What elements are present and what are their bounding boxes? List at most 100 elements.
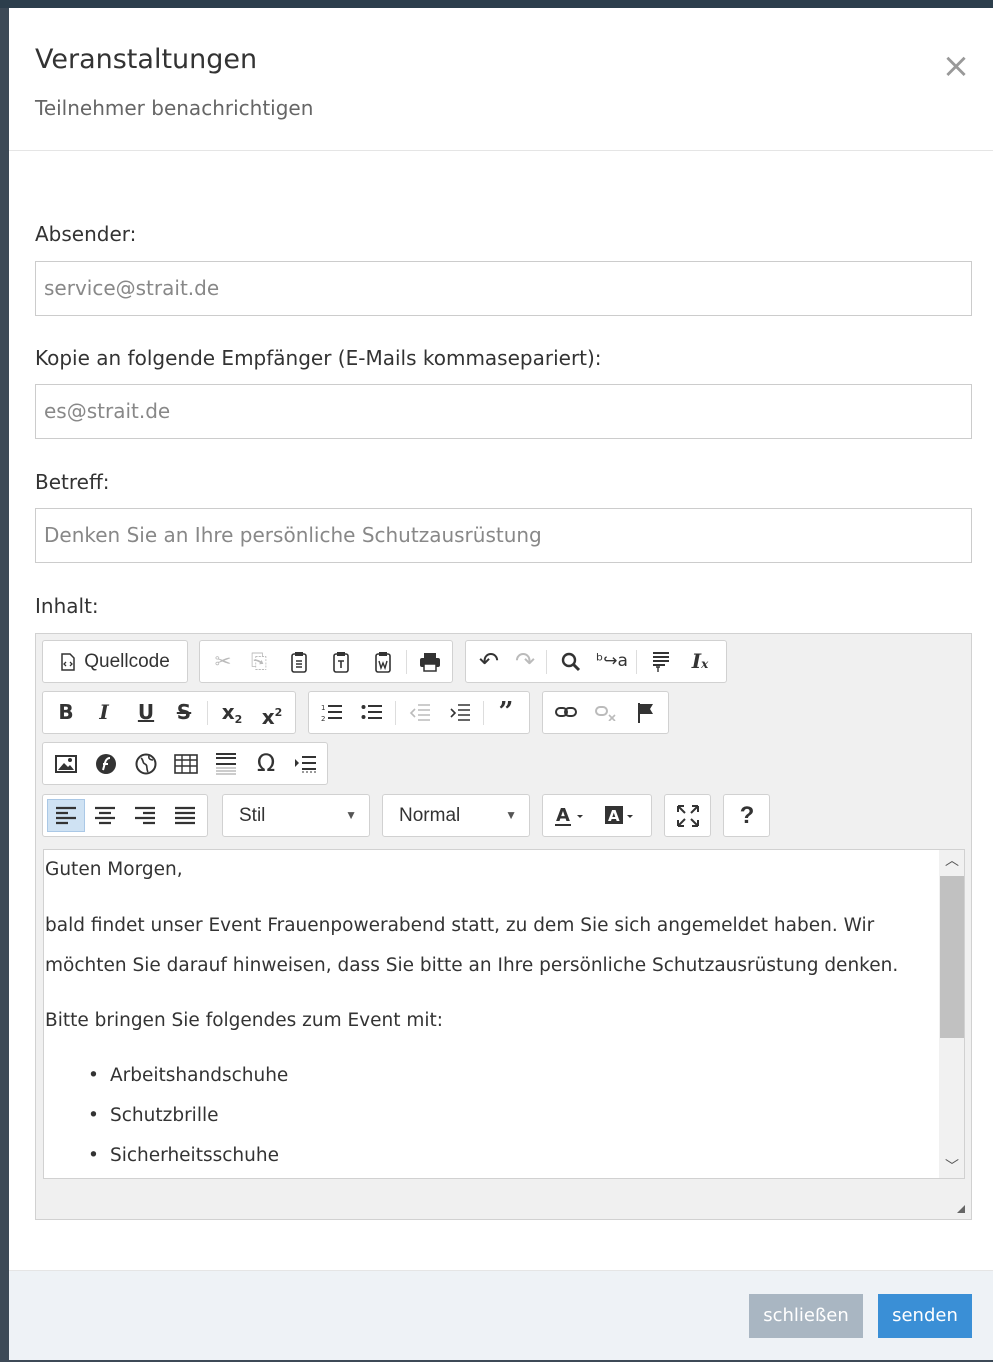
list-item: Schutzbrille xyxy=(88,1096,288,1136)
toolbar-separator xyxy=(483,701,484,725)
svg-text:A: A xyxy=(556,805,570,826)
indent-icon[interactable] xyxy=(443,696,477,729)
notify-modal: Veranstaltungen Teilnehmer benachrichtig… xyxy=(9,8,993,1360)
image-icon[interactable] xyxy=(49,747,83,780)
list-item: Sicherheitsschuhe xyxy=(88,1136,288,1176)
editor-content-area[interactable]: Guten Morgen, bald findet unser Event Fr… xyxy=(43,849,965,1179)
svg-text:1: 1 xyxy=(321,704,325,712)
page-break-icon[interactable] xyxy=(287,747,323,780)
rich-text-editor: Quellcode ✂ ⎘ ↶ ↷ ᵇ↪a Ix B I U S x2 x2 1… xyxy=(35,633,972,1220)
print-icon[interactable] xyxy=(412,645,448,678)
scrollbar-thumb[interactable] xyxy=(940,876,964,1038)
horizontal-rule-icon[interactable] xyxy=(209,747,243,780)
sender-label: Absender: xyxy=(35,222,137,246)
toolbar-separator xyxy=(636,650,637,674)
background-topbar xyxy=(0,0,993,8)
replace-icon[interactable]: ᵇ↪a xyxy=(594,645,630,678)
text-color-icon[interactable]: A xyxy=(549,799,595,832)
select-all-icon[interactable] xyxy=(644,645,678,678)
bold-icon[interactable]: B xyxy=(49,696,83,729)
toolbar-separator xyxy=(546,650,547,674)
cc-label: Kopie an folgende Empfänger (E-Mails kom… xyxy=(35,346,602,370)
bulleted-list-icon[interactable] xyxy=(355,696,389,729)
list-item: Arbeitshandschuhe xyxy=(88,1056,288,1096)
toolbar-group-links xyxy=(542,691,669,734)
align-left-icon[interactable] xyxy=(47,799,85,832)
subject-field[interactable]: Denken Sie an Ihre persönliche Schutzaus… xyxy=(35,508,972,563)
toolbar-separator xyxy=(207,701,208,725)
sender-field[interactable]: service@strait.de xyxy=(35,261,972,316)
modal-title: Veranstaltungen xyxy=(35,44,258,75)
iframe-globe-icon[interactable] xyxy=(129,747,163,780)
modal-footer: schließen senden xyxy=(9,1270,993,1360)
blockquote-icon[interactable]: ” xyxy=(489,696,523,729)
content-paragraph: Bitte bringen Sie folgendes zum Event mi… xyxy=(45,1010,444,1031)
source-label: Quellcode xyxy=(84,651,170,672)
toolbar-group-about: ? xyxy=(723,794,770,837)
maximize-icon[interactable] xyxy=(670,799,706,832)
copy-icon[interactable]: ⎘ xyxy=(242,645,276,678)
superscript-icon[interactable]: x2 xyxy=(255,696,289,729)
flash-icon[interactable] xyxy=(89,747,123,780)
content-bullet-list: Arbeitshandschuhe Schutzbrille Sicherhei… xyxy=(88,1056,288,1176)
italic-icon[interactable]: I xyxy=(87,696,121,729)
outdent-icon[interactable] xyxy=(403,696,437,729)
paste-word-icon[interactable] xyxy=(366,645,400,678)
send-button[interactable]: senden xyxy=(878,1294,972,1338)
close-icon[interactable]: × xyxy=(941,49,971,83)
style-dropdown[interactable]: Stil ▼ xyxy=(222,794,370,837)
align-right-icon[interactable] xyxy=(127,799,163,832)
toolbar-group-edit: ↶ ↷ ᵇ↪a Ix xyxy=(465,640,727,683)
content-scrollbar[interactable]: ︿ ﹀ xyxy=(939,850,964,1178)
svg-text:A: A xyxy=(608,807,620,825)
style-dropdown-label: Stil xyxy=(239,805,266,826)
resize-handle-icon[interactable] xyxy=(957,1205,965,1213)
justify-icon[interactable] xyxy=(167,799,203,832)
chevron-down-icon: ▼ xyxy=(505,808,517,822)
subject-label: Betreff: xyxy=(35,470,110,494)
toolbar-group-paragraph: 12 ” xyxy=(308,691,530,734)
redo-icon[interactable]: ↷ xyxy=(508,645,542,678)
find-icon[interactable] xyxy=(554,645,588,678)
toolbar-group-source: Quellcode xyxy=(42,640,188,683)
anchor-flag-icon[interactable] xyxy=(629,696,663,729)
content-greeting: Guten Morgen, xyxy=(45,859,183,880)
toolbar-group-clipboard: ✂ ⎘ xyxy=(199,640,453,683)
format-dropdown[interactable]: Normal ▼ xyxy=(382,794,530,837)
toolbar-group-colors: A A xyxy=(542,794,652,837)
source-icon xyxy=(60,653,76,671)
background-color-icon[interactable]: A xyxy=(599,799,645,832)
underline-icon[interactable]: U xyxy=(129,696,163,729)
format-dropdown-label: Normal xyxy=(399,805,461,826)
help-button[interactable]: ? xyxy=(729,799,765,832)
align-center-icon[interactable] xyxy=(87,799,123,832)
toolbar-group-basicstyles: B I U S x2 x2 xyxy=(42,691,296,734)
chevron-down-icon[interactable]: ﹀ xyxy=(939,1156,964,1178)
toolbar-group-insert: Ω xyxy=(42,742,328,785)
link-icon[interactable] xyxy=(549,696,583,729)
cut-icon[interactable]: ✂ xyxy=(206,645,240,678)
paste-icon[interactable] xyxy=(282,645,316,678)
remove-format-icon[interactable]: Ix xyxy=(682,645,718,678)
toolbar-group-align xyxy=(42,794,208,837)
subscript-icon[interactable]: x2 xyxy=(215,696,249,729)
content-paragraph-line: möchten Sie darauf hinweisen, dass Sie b… xyxy=(45,955,899,976)
paste-text-icon[interactable] xyxy=(324,645,358,678)
strikethrough-icon[interactable]: S xyxy=(167,696,201,729)
content-label: Inhalt: xyxy=(35,594,99,618)
unlink-icon[interactable] xyxy=(589,696,623,729)
toolbar-separator xyxy=(406,650,407,674)
undo-icon[interactable]: ↶ xyxy=(472,645,506,678)
chevron-up-icon[interactable]: ︿ xyxy=(939,850,964,872)
modal-header: Veranstaltungen Teilnehmer benachrichtig… xyxy=(9,8,993,151)
chevron-down-icon: ▼ xyxy=(345,808,357,822)
content-paragraph-line: bald findet unser Event Frauenpowerabend… xyxy=(45,915,875,936)
close-button[interactable]: schließen xyxy=(749,1294,863,1338)
special-char-omega-icon[interactable]: Ω xyxy=(249,747,283,780)
numbered-list-icon[interactable]: 12 xyxy=(315,696,349,729)
table-icon[interactable] xyxy=(169,747,203,780)
cc-field[interactable]: es@strait.de xyxy=(35,384,972,439)
svg-text:2: 2 xyxy=(321,715,325,723)
source-button[interactable]: Quellcode xyxy=(47,645,183,678)
modal-subtitle: Teilnehmer benachrichtigen xyxy=(35,96,314,120)
